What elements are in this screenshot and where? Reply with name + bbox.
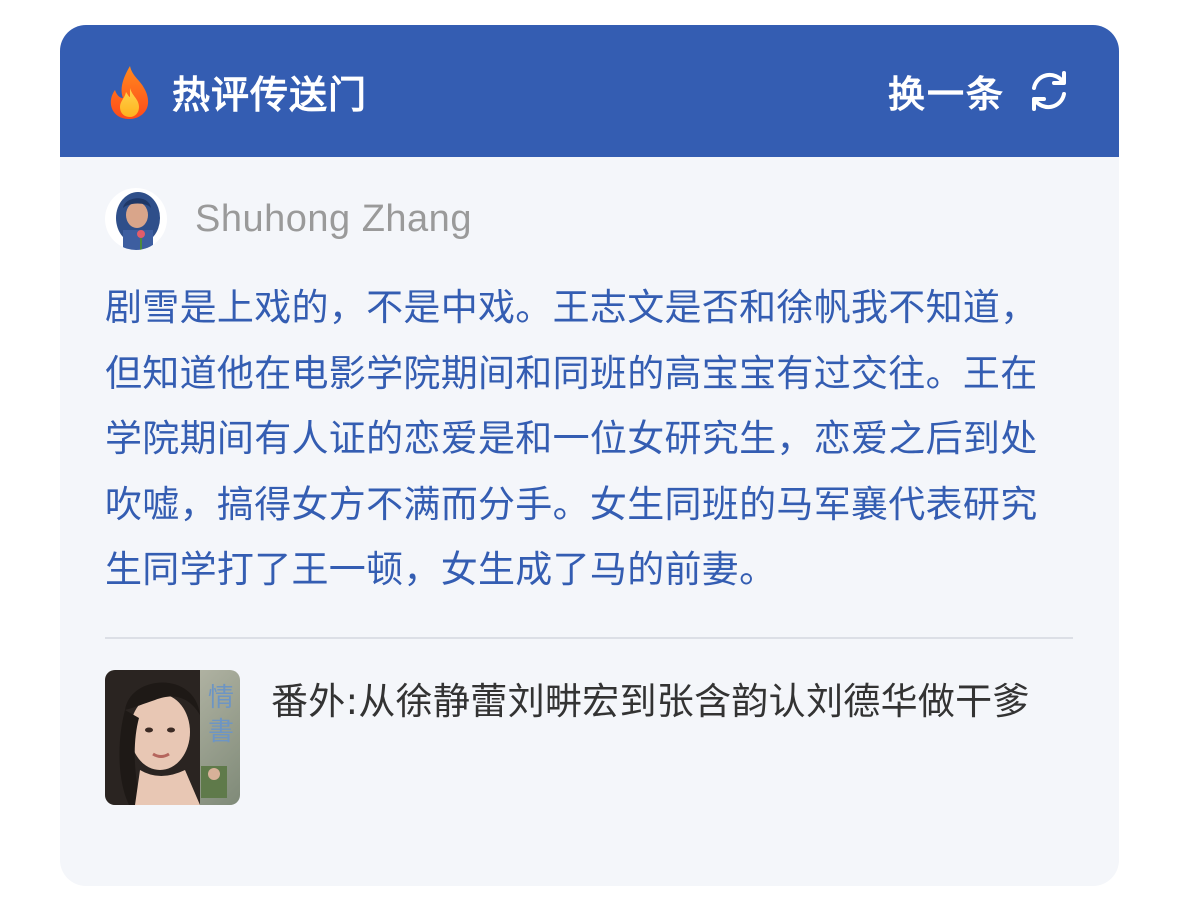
related-article-title[interactable]: 番外:从徐静蕾刘畊宏到张含韵认刘德华做干爹	[271, 673, 1061, 731]
comment-text: 剧雪是上戏的，不是中戏。王志文是否和徐帆我不知道，但知道他在电影学院期间和同班的…	[105, 286, 1038, 591]
fire-icon	[110, 66, 149, 119]
refresh-label: 换一条	[888, 73, 1005, 116]
article-thumbnail[interactable]: 情書	[105, 669, 240, 805]
related-article-link[interactable]: 情書 番外:从徐静蕾刘畊宏到张含韵认刘德华做干爹	[105, 669, 1074, 805]
header-title: 热评传送门	[172, 72, 368, 117]
user-avatar[interactable]	[105, 188, 167, 250]
divider	[105, 636, 1073, 639]
header-title-group: 热评传送门	[106, 62, 367, 120]
hot-comment-card: 热评传送门 换一条 Shuhong Zhang 剧雪是上戏的，不是中戏。王志文是…	[60, 25, 1119, 886]
refresh-button[interactable]: 换一条	[888, 64, 1071, 118]
refresh-icon	[1032, 71, 1066, 111]
comment-author-row: Shuhong Zhang	[105, 157, 1074, 277]
card-header: 热评传送门 换一条	[60, 25, 1119, 157]
comment-author-name[interactable]: Shuhong Zhang	[195, 198, 472, 241]
card-body: Shuhong Zhang 剧雪是上戏的，不是中戏。王志文是否和徐帆我不知道，但…	[60, 157, 1119, 805]
